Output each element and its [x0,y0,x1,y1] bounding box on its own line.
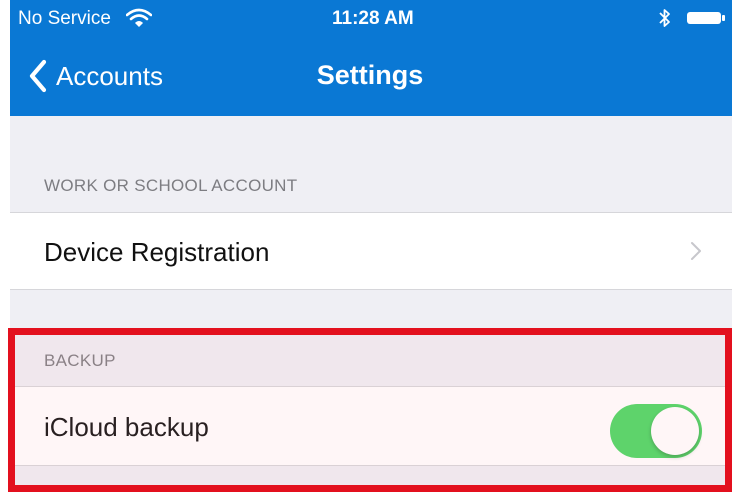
carrier-label: No Service [18,8,111,29]
back-button-label: Accounts [56,60,163,91]
battery-icon [687,12,725,24]
wifi-icon [126,8,152,27]
chevron-right-icon [691,242,701,260]
section-header-work: WORK OR SCHOOL ACCOUNT [44,176,298,195]
header-bar: No Service 11:28 AM Accounts Settings [10,0,732,116]
device-registration-row[interactable]: Device Registration [10,212,732,290]
navigation-bar: Accounts Settings [10,36,732,116]
chevron-left-icon [29,59,47,93]
back-button[interactable]: Accounts [28,56,208,96]
device-registration-label: Device Registration [44,237,270,267]
clock-label: 11:28 AM [332,8,414,29]
bluetooth-icon [659,9,670,27]
status-bar: No Service 11:28 AM [10,0,732,36]
highlight-box [8,328,732,492]
page-title: Settings [316,60,424,90]
